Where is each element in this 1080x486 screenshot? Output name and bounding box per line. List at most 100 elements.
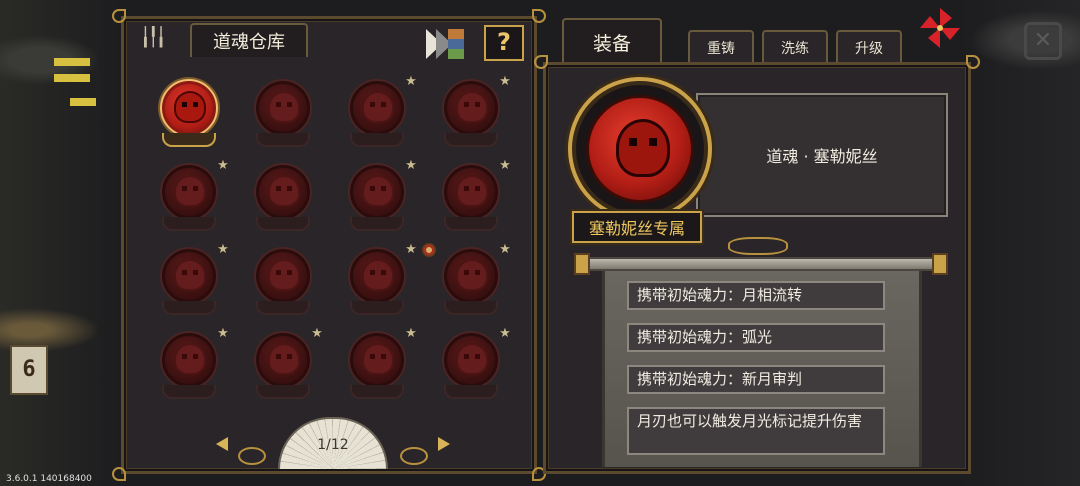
soul-orb-icon [442, 247, 500, 305]
ability-line: 携带初始魂力：弧光 [627, 323, 885, 352]
star-icon: ★ [499, 74, 511, 89]
ability-line: 携带初始魂力：新月审判 [627, 365, 885, 394]
ability-line: 携带初始魂力：月相流转 [627, 281, 885, 310]
orb-stand [256, 217, 310, 231]
soul-slot[interactable]: ★ [342, 75, 417, 155]
soul-orb-icon [254, 247, 312, 305]
character-face-icon [364, 261, 392, 289]
ability-line: 月刃也可以触发月光标记提升伤害 [627, 407, 885, 455]
soul-orb-icon [348, 163, 406, 221]
soul-slot[interactable]: ★ [342, 243, 417, 323]
equipment-detail-panel: 道魂 · 塞勒妮丝 塞勒妮丝专属 携带初始魂力：月相流转 携带初始魂力：弧光 携… [534, 55, 980, 474]
tab-reforge[interactable]: 重铸 [688, 30, 754, 64]
item-portrait-frame [568, 77, 712, 221]
orb-stand [350, 133, 404, 147]
next-page-arrow-icon[interactable] [438, 437, 450, 451]
character-face-icon [270, 93, 298, 121]
soul-slot[interactable] [248, 161, 318, 239]
item-name: 道魂 · 塞勒妮丝 [766, 147, 878, 166]
star-icon: ★ [499, 242, 511, 257]
character-face-icon [270, 177, 298, 205]
soul-slot[interactable]: ★ [436, 159, 511, 239]
storage-title: 道魂仓库 [190, 23, 308, 57]
character-face-icon [270, 261, 298, 289]
exclusive-tag: 塞勒妮丝专属 [572, 211, 702, 243]
orb-stand [444, 301, 498, 315]
soul-slot[interactable]: ★ [342, 159, 417, 239]
corner-ornament [112, 467, 126, 481]
soul-slot[interactable]: ★ [436, 243, 511, 323]
scroll-rod [582, 257, 942, 271]
soul-orb-icon [348, 247, 406, 305]
orb-stand [162, 133, 216, 147]
equipment-tab-bar: 装备 重铸 洗练 升级 [560, 10, 910, 64]
corner-ornament [966, 55, 980, 69]
orb-stand [444, 385, 498, 399]
star-icon: ★ [311, 326, 323, 341]
soul-orb-icon [442, 79, 500, 137]
soul-slot[interactable]: ★ [154, 159, 229, 239]
corner-ornament [534, 55, 548, 69]
background-sign: 6 [10, 345, 48, 395]
help-button[interactable]: ? [484, 25, 524, 61]
corner-icon: ✕ [1024, 22, 1062, 60]
character-face-icon [364, 177, 392, 205]
soul-slot[interactable] [248, 77, 318, 155]
feather-icon: ╽╿╽ [140, 27, 167, 48]
orb-stand [444, 133, 498, 147]
orb-stand [444, 217, 498, 231]
character-face-icon [176, 93, 204, 121]
star-icon: ★ [217, 242, 229, 257]
corner-ornament [532, 9, 546, 23]
soul-slot[interactable]: ★ [436, 75, 511, 155]
soul-orb-icon [160, 163, 218, 221]
tab-refine[interactable]: 洗练 [762, 30, 828, 64]
soul-storage-panel: ╽╿╽ 道魂仓库 ? ★ ★ ★ ★ ★ ★ ★ ★ ★ ★ ★ ★ 1/12 [112, 9, 546, 481]
soul-orb-icon [348, 331, 406, 389]
tab-equip[interactable]: 装备 [562, 18, 662, 64]
scroll-ornament [400, 447, 428, 465]
star-icon: ★ [405, 158, 417, 173]
storage-header: ╽╿╽ 道魂仓库 ? [124, 19, 534, 65]
character-face-icon [176, 261, 204, 289]
soul-orb-icon [160, 79, 218, 137]
soul-slot[interactable]: ★ [342, 327, 417, 407]
soul-orb-icon [254, 163, 312, 221]
soul-orb-icon [160, 247, 218, 305]
sort-icon[interactable] [424, 27, 466, 61]
scroll-rod-end [932, 253, 948, 275]
orb-stand [162, 217, 216, 231]
orb-stand [162, 385, 216, 399]
soul-orb-icon [254, 331, 312, 389]
soul-slot[interactable]: ★ [248, 327, 323, 407]
pinwheel-icon[interactable] [918, 6, 962, 50]
soul-slot[interactable]: ★ [154, 243, 229, 323]
version-label: 3.6.0.1 140168400 [6, 474, 92, 484]
soul-slot[interactable]: ★ [436, 327, 511, 407]
star-icon: ★ [405, 242, 417, 257]
character-face-icon [619, 122, 667, 174]
character-face-icon [458, 93, 486, 121]
soul-slot[interactable]: ★ [154, 327, 229, 407]
character-face-icon [176, 177, 204, 205]
orb-stand [350, 217, 404, 231]
star-icon: ★ [217, 326, 229, 341]
star-icon: ★ [405, 74, 417, 89]
soul-orb-icon [254, 79, 312, 137]
scroll-rod-end [574, 253, 590, 275]
orb-stand [350, 301, 404, 315]
character-face-icon [176, 345, 204, 373]
ability-scroll: 携带初始魂力：月相流转 携带初始魂力：弧光 携带初始魂力：新月审判 月刃也可以触… [602, 271, 922, 467]
soul-orb-icon [160, 331, 218, 389]
character-face-icon [364, 93, 392, 121]
star-icon: ★ [499, 326, 511, 341]
soul-slot[interactable] [154, 77, 224, 155]
prev-page-arrow-icon[interactable] [216, 437, 228, 451]
soul-orb-icon [348, 79, 406, 137]
tab-upgrade[interactable]: 升级 [836, 30, 902, 64]
character-face-icon [270, 345, 298, 373]
soul-slot[interactable] [248, 245, 318, 323]
star-icon: ★ [499, 158, 511, 173]
item-name-box: 道魂 · 塞勒妮丝 [696, 93, 948, 217]
soul-grid: ★ ★ ★ ★ ★ ★ ★ ★ ★ ★ ★ ★ [146, 69, 522, 409]
